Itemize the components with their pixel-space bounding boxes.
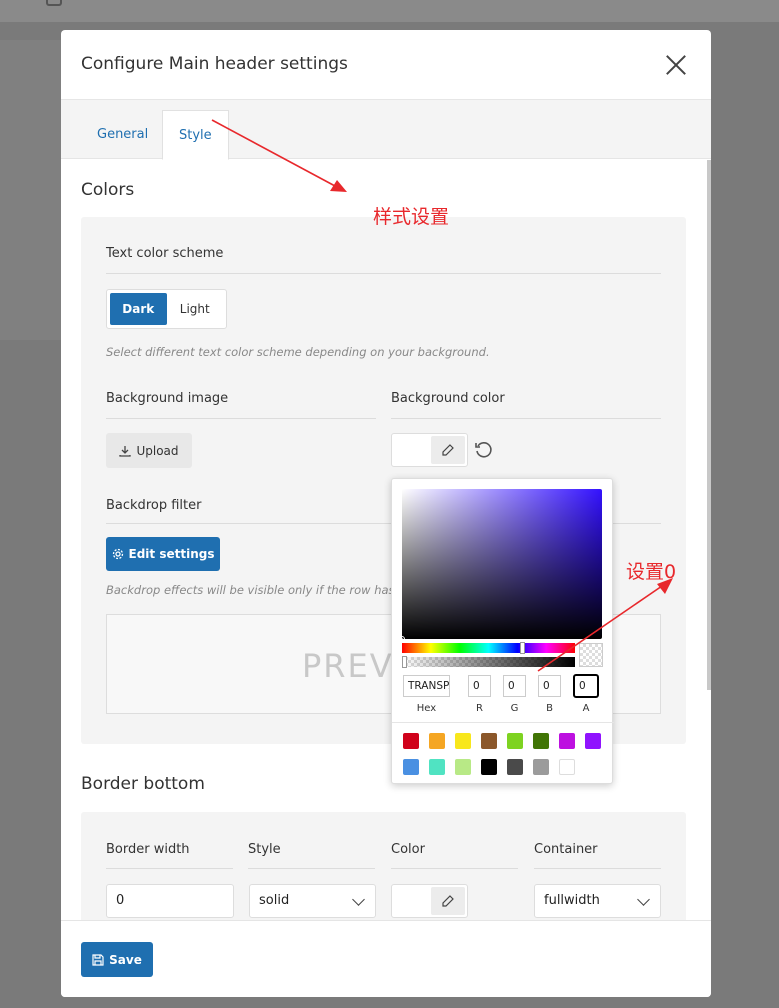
border-style-value: solid bbox=[259, 893, 290, 908]
border-style-label: Style bbox=[248, 842, 281, 857]
backdrop-hint: Backdrop effects will be visible only if… bbox=[106, 583, 406, 597]
upload-button[interactable]: Upload bbox=[106, 433, 192, 468]
background-color-label: Background color bbox=[391, 391, 505, 406]
preset-swatch[interactable] bbox=[455, 733, 471, 749]
saturation-handle[interactable] bbox=[399, 636, 405, 642]
border-color-label: Color bbox=[391, 842, 425, 857]
modal-title: Configure Main header settings bbox=[81, 54, 348, 74]
preset-swatch[interactable] bbox=[403, 733, 419, 749]
border-container-value: fullwidth bbox=[544, 893, 600, 908]
eyedropper-icon[interactable] bbox=[431, 887, 465, 915]
preset-swatch[interactable] bbox=[533, 733, 549, 749]
a-input[interactable]: 0 bbox=[573, 674, 599, 698]
edit-settings-button[interactable]: Edit settings bbox=[106, 537, 220, 571]
alpha-handle[interactable] bbox=[402, 656, 407, 668]
preset-swatch[interactable] bbox=[507, 759, 523, 775]
text-color-scheme-toggle: Dark Light bbox=[106, 289, 227, 329]
scheme-dark-button[interactable]: Dark bbox=[110, 293, 167, 325]
background-tray-icon bbox=[46, 0, 62, 6]
border-container-select[interactable]: fullwidth bbox=[534, 884, 661, 918]
hue-handle[interactable] bbox=[520, 642, 525, 654]
divider bbox=[106, 273, 661, 274]
save-label: Save bbox=[109, 952, 142, 967]
border-container-label: Container bbox=[534, 842, 598, 857]
eyedropper-icon[interactable] bbox=[431, 436, 465, 464]
r-label: R bbox=[476, 703, 483, 714]
border-color-input[interactable] bbox=[391, 884, 468, 918]
divider bbox=[391, 418, 661, 419]
modal-content: Colors Text color scheme Dark Light Sele… bbox=[61, 160, 711, 920]
preset-swatch[interactable] bbox=[559, 733, 575, 749]
chevron-down-icon bbox=[637, 893, 650, 906]
preset-swatch[interactable] bbox=[533, 759, 549, 775]
preset-swatch[interactable] bbox=[585, 733, 601, 749]
border-bottom-section-title: Border bottom bbox=[81, 774, 205, 794]
text-color-scheme-hint: Select different text color scheme depen… bbox=[106, 345, 490, 359]
annotation-style-setting: 样式设置 bbox=[373, 206, 450, 228]
chevron-down-icon bbox=[352, 893, 365, 906]
color-preview-swatch bbox=[579, 643, 603, 667]
hex-input[interactable]: TRANSPARENT bbox=[403, 675, 450, 697]
divider bbox=[392, 722, 614, 723]
hue-slider[interactable] bbox=[402, 642, 575, 654]
preview-text: PREV bbox=[302, 647, 394, 685]
tab-general[interactable]: General bbox=[81, 110, 164, 160]
divider bbox=[106, 868, 233, 869]
upload-button-label: Upload bbox=[136, 443, 179, 458]
border-bottom-panel: Border width Style Color Container 0 sol… bbox=[81, 812, 686, 920]
colors-section-title: Colors bbox=[81, 180, 135, 200]
saturation-area[interactable] bbox=[399, 489, 602, 642]
background-color-input[interactable] bbox=[391, 433, 468, 467]
modal-header: Configure Main header settings bbox=[61, 30, 711, 100]
scheme-light-button[interactable]: Light bbox=[167, 293, 224, 325]
backdrop-filter-label: Backdrop filter bbox=[106, 498, 202, 513]
divider bbox=[248, 868, 375, 869]
text-color-scheme-label: Text color scheme bbox=[106, 246, 224, 261]
hex-label: Hex bbox=[416, 703, 437, 714]
r-input[interactable]: 0 bbox=[468, 675, 491, 697]
background-panel bbox=[0, 40, 62, 340]
g-input[interactable]: 0 bbox=[503, 675, 526, 697]
b-input[interactable]: 0 bbox=[538, 675, 561, 697]
preset-swatch[interactable] bbox=[481, 759, 497, 775]
tab-bar: General Style bbox=[61, 100, 711, 160]
color-picker-popup: TRANSPARENT 0 0 0 0 Hex R G B A bbox=[391, 478, 614, 784]
divider bbox=[106, 418, 376, 419]
border-width-label: Border width bbox=[106, 842, 190, 857]
b-label: B bbox=[546, 703, 553, 714]
tab-style[interactable]: Style bbox=[162, 110, 229, 160]
background-toolbar bbox=[0, 0, 779, 22]
scrollbar[interactable] bbox=[707, 160, 711, 690]
download-icon bbox=[119, 445, 132, 457]
settings-modal: Configure Main header settings General S… bbox=[61, 30, 711, 997]
preset-swatch[interactable] bbox=[559, 759, 575, 775]
floppy-icon bbox=[92, 953, 104, 966]
save-button[interactable]: Save bbox=[81, 942, 153, 977]
preset-swatch[interactable] bbox=[481, 733, 497, 749]
preset-swatch[interactable] bbox=[429, 759, 445, 775]
divider bbox=[534, 868, 661, 869]
annotation-set-zero: 设置0 bbox=[626, 561, 677, 583]
alpha-slider[interactable] bbox=[402, 656, 575, 668]
preset-swatch[interactable] bbox=[455, 759, 471, 775]
preset-swatch[interactable] bbox=[403, 759, 419, 775]
preset-swatch[interactable] bbox=[429, 733, 445, 749]
preset-swatch[interactable] bbox=[507, 733, 523, 749]
modal-footer: Save bbox=[61, 920, 711, 997]
close-icon[interactable] bbox=[665, 54, 687, 76]
edit-settings-label: Edit settings bbox=[128, 547, 215, 561]
reset-icon[interactable] bbox=[473, 440, 493, 460]
border-style-select[interactable]: solid bbox=[249, 884, 376, 918]
g-label: G bbox=[510, 703, 519, 714]
gear-icon bbox=[112, 548, 123, 560]
a-label: A bbox=[582, 703, 590, 714]
divider bbox=[391, 868, 518, 869]
background-image-label: Background image bbox=[106, 391, 229, 406]
border-width-input[interactable]: 0 bbox=[106, 884, 234, 918]
